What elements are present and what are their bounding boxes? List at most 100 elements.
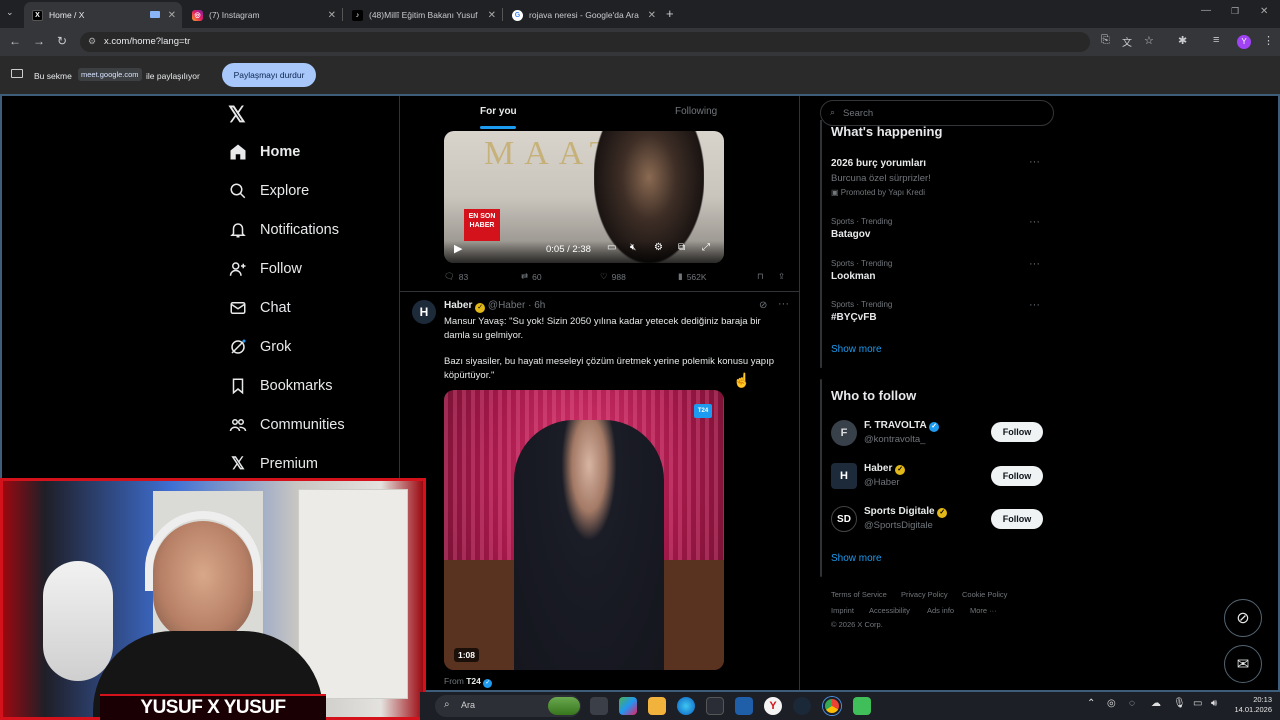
tab-for-you[interactable]: For you: [480, 106, 517, 117]
app-icon[interactable]: [735, 697, 753, 715]
nav-communities[interactable]: Communities: [228, 415, 345, 435]
reply-action[interactable]: 🗨︎ 83: [444, 271, 468, 282]
media-icon[interactable]: ≡: [1213, 34, 1219, 46]
volume-icon[interactable]: 🔊︎: [1211, 698, 1217, 709]
follow-button[interactable]: Follow: [991, 509, 1043, 529]
new-tab-button[interactable]: +: [666, 6, 674, 21]
tab-instagram[interactable]: ◎ (7) Instagram ✕: [184, 2, 342, 28]
tweet-time[interactable]: · 6h: [528, 300, 545, 311]
close-icon[interactable]: ✕: [648, 10, 656, 21]
star-icon[interactable]: ☆: [1144, 34, 1154, 47]
fullscreen-icon[interactable]: ⤢: [702, 242, 710, 253]
bookmark-action-icon[interactable]: ⊓: [757, 271, 764, 282]
edge-icon[interactable]: [677, 697, 695, 715]
taskbar-clock[interactable]: 20:13 14.01.2026: [1228, 695, 1272, 715]
play-icon[interactable]: ▶: [454, 242, 462, 255]
like-action[interactable]: ♡ 988: [600, 271, 626, 282]
avatar[interactable]: F: [831, 420, 857, 446]
nav-follow[interactable]: Follow: [228, 259, 302, 279]
footer-link[interactable]: Accessibility: [869, 606, 910, 615]
follow-button[interactable]: Follow: [991, 422, 1043, 442]
forward-icon[interactable]: →: [33, 34, 45, 48]
trend-title[interactable]: Lookman: [831, 271, 875, 282]
microphone-icon[interactable]: 🎙︎: [1173, 698, 1186, 709]
cast-icon[interactable]: ⎘: [1101, 34, 1110, 47]
retweet-action[interactable]: ⇄ 60: [521, 271, 542, 282]
store-icon[interactable]: [706, 697, 724, 715]
tweet-video[interactable]: T24 1:08: [444, 390, 724, 670]
nav-bookmarks[interactable]: Bookmarks: [228, 376, 333, 396]
tab-tiktok[interactable]: ♪ (48)Millî Eğitim Bakanı Yusuf Te ✕: [344, 2, 502, 28]
avatar[interactable]: H: [831, 463, 857, 489]
task-view-icon[interactable]: [590, 697, 608, 715]
tab-search-icon[interactable]: ⌄: [6, 7, 14, 18]
avatar[interactable]: SD: [831, 506, 857, 532]
yandex-icon[interactable]: Y: [764, 697, 782, 715]
window-close-button[interactable]: ✕: [1260, 6, 1268, 17]
trend-title[interactable]: Batagov: [831, 229, 870, 240]
settings-icon[interactable]: ⚙: [654, 242, 663, 253]
footer-link[interactable]: More ···: [970, 606, 997, 615]
reload-icon[interactable]: ↻: [57, 34, 67, 48]
follow-name[interactable]: Sports Digitale ✓: [864, 506, 948, 518]
follow-button[interactable]: Follow: [991, 466, 1043, 486]
follow-name[interactable]: Haber ✓: [864, 463, 906, 475]
footer-link[interactable]: Privacy Policy: [901, 590, 948, 599]
nav-premium[interactable]: 𝕏 Premium: [228, 454, 318, 474]
show-more-link[interactable]: Show more: [831, 553, 882, 564]
copilot-icon[interactable]: [619, 697, 637, 715]
follow-name[interactable]: F. TRAVOLTA ✓: [864, 420, 940, 432]
nav-grok[interactable]: Grok: [228, 337, 291, 357]
trend-title[interactable]: #BYÇvFB: [831, 312, 877, 323]
url-field[interactable]: ⚙ x.com/home?lang=tr: [80, 32, 1090, 52]
menu-icon[interactable]: ⋮: [1263, 34, 1274, 47]
search-input[interactable]: ⌕ Search: [820, 100, 1054, 126]
onedrive-icon[interactable]: ☁: [1151, 698, 1161, 709]
footer-link[interactable]: Imprint: [831, 606, 854, 615]
footer-link[interactable]: Ads info: [927, 606, 954, 615]
tab-google[interactable]: G rojava neresi - Google'da Ara ✕: [504, 2, 662, 28]
nav-chat[interactable]: Chat: [228, 298, 291, 318]
extensions-icon[interactable]: ✱: [1178, 34, 1187, 47]
more-icon[interactable]: ···: [1029, 299, 1040, 311]
nav-explore[interactable]: Explore: [228, 181, 309, 201]
footer-link[interactable]: Cookie Policy: [962, 590, 1007, 599]
show-more-link[interactable]: Show more: [831, 344, 882, 355]
grok-fab[interactable]: ⊘: [1224, 599, 1262, 637]
chrome-icon[interactable]: [823, 697, 841, 715]
pip-icon[interactable]: ⧉: [678, 242, 685, 253]
minimize-button[interactable]: —: [1201, 5, 1211, 16]
source-name[interactable]: T24: [466, 676, 481, 686]
more-icon[interactable]: ···: [778, 298, 789, 310]
tray-app-icon[interactable]: ◌: [1129, 698, 1135, 709]
avatar[interactable]: H: [412, 300, 436, 324]
translate-icon[interactable]: 文: [1122, 34, 1132, 49]
site-info-icon[interactable]: ⚙: [88, 36, 96, 47]
back-icon[interactable]: ←: [9, 34, 21, 48]
footer-link[interactable]: Terms of Service: [831, 590, 887, 599]
views-action[interactable]: ▮ 562K: [678, 271, 707, 282]
app-green-icon[interactable]: [853, 697, 871, 715]
grok-icon[interactable]: ⊘: [759, 300, 767, 311]
tab-following[interactable]: Following: [675, 106, 717, 117]
maximize-button[interactable]: ❐: [1231, 6, 1239, 17]
tab-home-x[interactable]: X Home / X ✕: [24, 2, 182, 28]
network-icon[interactable]: ▭: [1193, 698, 1202, 709]
more-icon[interactable]: ···: [1029, 216, 1040, 228]
nav-notifications[interactable]: Notifications: [228, 220, 339, 240]
captions-icon[interactable]: ▭: [607, 242, 616, 253]
file-explorer-icon[interactable]: [648, 697, 666, 715]
tray-app-icon[interactable]: ◎: [1107, 698, 1116, 709]
x-logo-icon[interactable]: 𝕏: [228, 102, 246, 128]
more-icon[interactable]: ···: [1029, 156, 1040, 168]
close-icon[interactable]: ✕: [328, 10, 336, 21]
mute-icon[interactable]: 🔇︎: [630, 242, 636, 253]
author-name[interactable]: Haber: [444, 300, 472, 311]
widget-icon[interactable]: [548, 697, 580, 715]
tweet-video[interactable]: MAAT EN SON HABER ▶ 0:05 / 2:38 ▭ 🔇︎ ⚙ ⧉…: [444, 131, 724, 263]
stop-sharing-button[interactable]: Paylaşmayı durdur: [222, 63, 316, 87]
tray-chevron-icon[interactable]: ⌃: [1087, 698, 1095, 709]
close-icon[interactable]: ✕: [168, 10, 176, 21]
trend-title[interactable]: 2026 burç yorumları: [831, 158, 926, 169]
nav-home[interactable]: Home: [228, 142, 300, 162]
